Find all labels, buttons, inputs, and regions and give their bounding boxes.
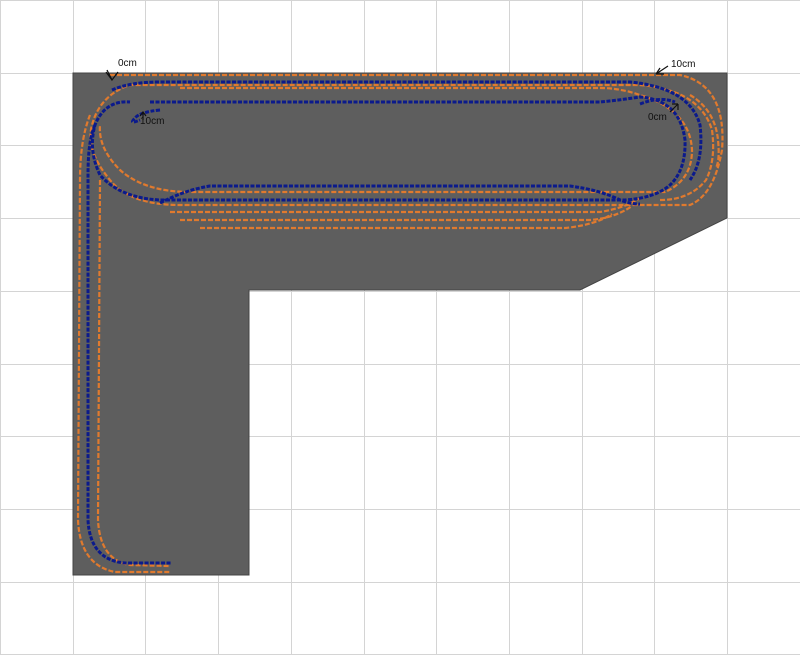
marker-label: 10cm [140,116,164,127]
baseboard [72,72,728,576]
marker-label: 0cm [648,112,667,123]
marker-label: 0cm [118,58,137,69]
marker-10cm-right: 10cm [655,59,695,75]
track-plan-canvas[interactable]: 0cm 10cm 10cm 0cm [0,0,800,655]
marker-label: 10cm [671,59,695,70]
track-plan-svg: 0cm 10cm 10cm 0cm [0,0,800,655]
